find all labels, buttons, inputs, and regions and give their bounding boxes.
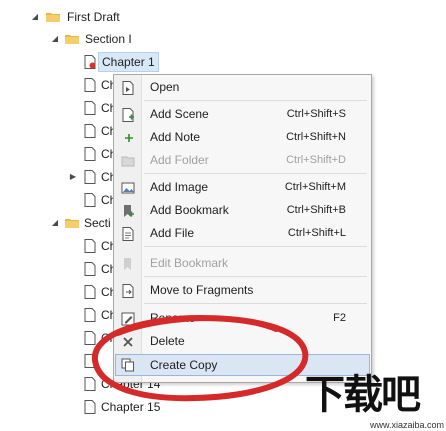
menu-item-add-folder[interactable]: Add Folder Ctrl+Shift+D (115, 149, 370, 171)
document-icon (84, 147, 96, 161)
tree-item-chapter[interactable]: Ch (84, 305, 116, 325)
tree-item-label: Chapter 1 (98, 52, 159, 72)
menu-item-add-file[interactable]: Add File Ctrl+Shift+L (115, 222, 370, 244)
menu-shortcut: Ctrl+Shift+S (286, 108, 346, 120)
add-image-icon (121, 180, 135, 194)
watermark: 下载吧 www.xiazaiba.com (305, 372, 446, 431)
tree-item-chapter[interactable]: Ch (84, 190, 116, 210)
tree-item-chapter[interactable]: Ch (84, 98, 116, 118)
document-icon (84, 239, 96, 253)
menu-label: Delete (150, 334, 185, 348)
menu-label: Rename (150, 311, 196, 325)
tree-item-chapter[interactable]: Ch (84, 75, 116, 95)
document-icon (84, 354, 96, 368)
watermark-url: www.xiazaiba.com (369, 420, 444, 430)
menu-shortcut: Ctrl+Shift+L (287, 227, 346, 239)
edit-bookmark-icon (121, 256, 135, 270)
menu-label: Move to Fragments (150, 283, 254, 297)
menu-label: Add Bookmark (150, 203, 229, 217)
menu-label: Edit Bookmark (150, 256, 229, 270)
menu-item-add-image[interactable]: Add Image Ctrl+Shift+M (115, 176, 370, 198)
document-warning-icon (84, 55, 96, 69)
tree-item-chapter[interactable]: Ch (84, 121, 116, 141)
add-note-icon (121, 130, 135, 144)
tree-item-chapter[interactable]: Ch (84, 236, 116, 256)
collapsed-arrow[interactable]: ▶ (68, 167, 82, 187)
menu-shortcut: Ctrl+Shift+N (286, 131, 346, 143)
menu-separator (144, 276, 367, 277)
document-icon (84, 101, 96, 115)
watermark-logo: 下载吧 (305, 372, 421, 418)
menu-separator (144, 173, 367, 174)
menu-shortcut: F2 (333, 312, 346, 324)
folder-icon (46, 12, 60, 22)
tree-item-chapter[interactable]: Ch (84, 144, 116, 164)
delete-x-icon (121, 334, 135, 348)
collapsed-arrow-icon[interactable]: ▶ (68, 167, 78, 187)
document-icon (84, 193, 96, 207)
document-icon (84, 377, 96, 391)
menu-item-edit-bookmark[interactable]: Edit Bookmark (115, 252, 370, 274)
menu-separator (144, 246, 367, 247)
tree-item-label: First Draft (67, 10, 120, 24)
menu-label: Add Scene (150, 107, 209, 121)
expanded-arrow-icon[interactable]: ◢ (30, 7, 40, 27)
tree-item-chapter[interactable] (84, 351, 114, 371)
menu-item-add-bookmark[interactable]: Add Bookmark Ctrl+Shift+B (115, 199, 370, 221)
open-document-icon (121, 80, 135, 95)
copy-icon (121, 358, 135, 372)
document-icon (84, 331, 96, 345)
tree-item-chapter-1[interactable]: Chapter 1 (84, 52, 204, 72)
document-icon (84, 170, 96, 184)
menu-label: Create Copy (150, 358, 218, 372)
expanded-arrow-icon[interactable]: ◢ (50, 213, 60, 233)
menu-separator (144, 303, 367, 304)
menu-shortcut: Ctrl+Shift+D (286, 154, 346, 166)
menu-item-add-scene[interactable]: Add Scene Ctrl+Shift+S (115, 103, 370, 125)
tree-item-chapter[interactable]: Ch (84, 259, 116, 279)
document-icon (84, 262, 96, 276)
document-icon (84, 400, 96, 414)
menu-shortcut: Ctrl+Shift+M (284, 181, 346, 193)
menu-item-rename[interactable]: Rename F2 (115, 307, 370, 329)
tree-item-first-draft[interactable]: ◢ First Draft (30, 7, 230, 27)
menu-shortcut: Ctrl+Shift+B (286, 204, 346, 216)
folder-icon (65, 34, 79, 44)
document-icon (84, 308, 96, 322)
tree-item-label: Secti (84, 216, 111, 230)
tree-item-chapter[interactable]: Ch (84, 328, 116, 348)
document-icon (84, 124, 96, 138)
tree-item-chapter[interactable]: Ch (84, 167, 116, 187)
rename-pencil-icon (121, 311, 135, 326)
menu-label: Add Folder (150, 153, 209, 167)
tree-item-section-1[interactable]: ◢ Section I (50, 29, 250, 49)
folder-icon (65, 218, 79, 228)
tree-item-label: Chapter 15 (101, 400, 161, 414)
tree-item-chapter[interactable]: Ch (84, 282, 116, 302)
menu-label: Add Image (150, 180, 209, 194)
menu-item-open[interactable]: Open (115, 76, 370, 98)
add-bookmark-icon (121, 203, 135, 217)
tree-item-section[interactable]: ◢ Secti (50, 213, 120, 233)
document-icon (84, 285, 96, 299)
menu-separator (144, 100, 367, 101)
move-document-icon (121, 283, 135, 298)
expanded-arrow-icon[interactable]: ◢ (50, 29, 60, 49)
menu-label: Open (150, 80, 180, 94)
tree-item-chapter-15[interactable]: Chapter 15 (84, 397, 184, 417)
add-file-icon (121, 226, 135, 241)
context-menu: Open Add Scene Ctrl+Shift+S Add Note Ctr… (113, 74, 372, 383)
menu-label: Add Note (150, 130, 201, 144)
menu-label: Add File (150, 226, 195, 240)
tree-item-label: Section I (85, 32, 132, 46)
menu-item-delete[interactable]: Delete (115, 330, 370, 352)
add-folder-icon (121, 153, 135, 167)
document-icon (84, 78, 96, 92)
menu-item-add-note[interactable]: Add Note Ctrl+Shift+N (115, 126, 370, 148)
menu-item-move-to-fragments[interactable]: Move to Fragments (115, 279, 370, 301)
add-scene-icon (121, 107, 135, 122)
